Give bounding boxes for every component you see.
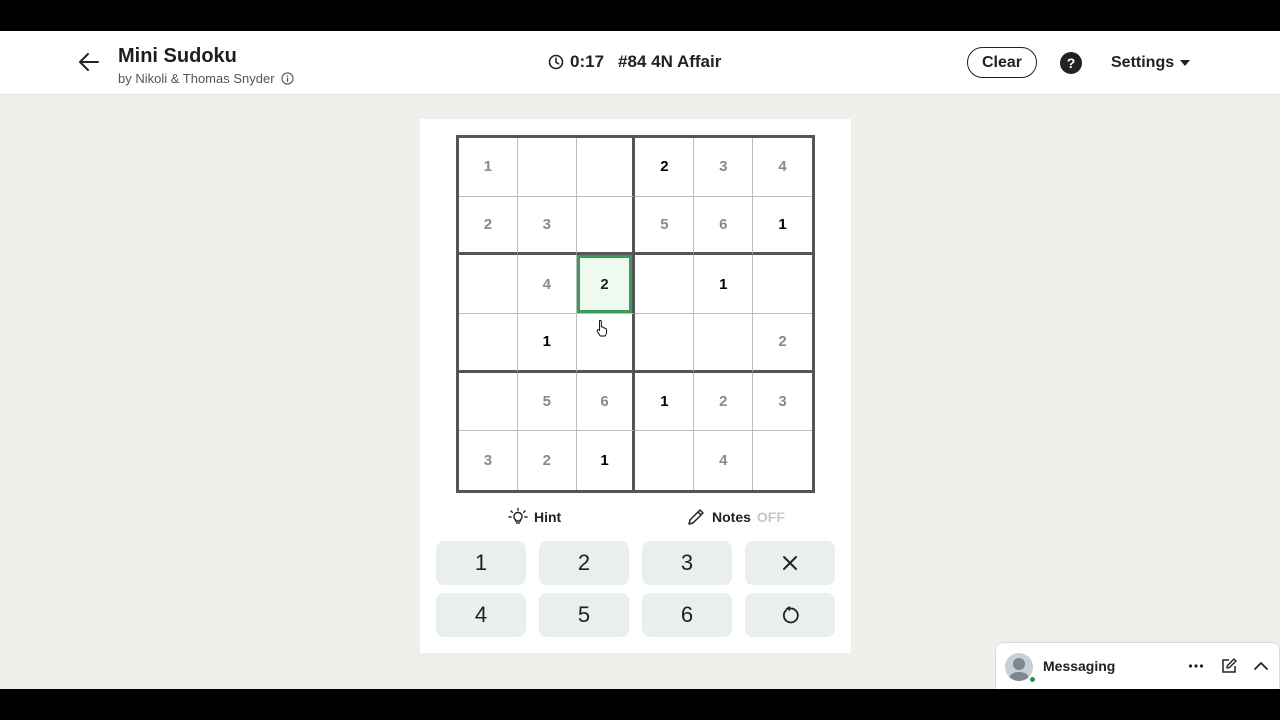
sudoku-cell[interactable] (753, 255, 812, 314)
notes-toggle[interactable]: Notes OFF (686, 507, 785, 527)
notes-state: OFF (756, 509, 785, 525)
key-5[interactable]: 5 (539, 593, 629, 637)
sudoku-cell[interactable] (517, 138, 577, 197)
sudoku-cell[interactable]: 6 (576, 372, 636, 432)
undo-icon (782, 606, 799, 624)
page-title: Mini Sudoku (118, 45, 237, 67)
sudoku-cell[interactable]: 1 (635, 372, 695, 432)
sudoku-cell[interactable]: 2 (459, 196, 518, 256)
hand-cursor-icon (596, 320, 608, 337)
timer: 0:17 (570, 52, 605, 71)
sudoku-cell[interactable] (635, 431, 695, 490)
settings-menu[interactable]: Settings (1111, 54, 1191, 72)
presence-indicator (1028, 675, 1037, 684)
lightbulb-icon (508, 507, 528, 524)
header: Mini Sudoku by Nikoli & Thomas Snyder 0:… (0, 31, 1280, 95)
sudoku-cell[interactable] (694, 314, 754, 373)
arrow-left-icon[interactable] (76, 49, 102, 75)
sudoku-cell[interactable] (459, 314, 518, 373)
sudoku-cell[interactable]: 5 (635, 196, 695, 256)
puzzle-info: 0:17 #84 4N Affair (548, 52, 721, 72)
puzzle-number: #84 4N Affair (618, 52, 722, 71)
erase-button[interactable] (745, 541, 835, 585)
notes-label: Notes (712, 509, 751, 525)
sudoku-cell[interactable]: 1 (577, 431, 636, 490)
sudoku-cell[interactable]: 5 (517, 372, 577, 432)
sudoku-cell[interactable] (635, 255, 695, 314)
settings-label: Settings (1111, 54, 1175, 71)
hint-button[interactable]: Hint (508, 507, 561, 527)
ellipsis-icon[interactable] (1187, 657, 1205, 675)
undo-button[interactable] (745, 593, 835, 637)
messaging-bar: Messaging (995, 642, 1280, 689)
sudoku-cell[interactable]: 3 (517, 196, 577, 256)
sudoku-cell[interactable]: 1 (517, 314, 577, 373)
sudoku-cell[interactable]: 4 (753, 138, 812, 197)
sudoku-cell[interactable]: 4 (694, 431, 754, 490)
clock-icon (548, 54, 564, 70)
sudoku-cell[interactable]: 3 (459, 431, 518, 490)
x-icon (783, 556, 797, 570)
sudoku-cell[interactable]: 1 (694, 255, 754, 314)
key-3[interactable]: 3 (642, 541, 732, 585)
byline-text: by Nikoli & Thomas Snyder (118, 71, 275, 86)
sudoku-cell[interactable] (635, 314, 695, 373)
sudoku-cell[interactable] (459, 255, 518, 314)
pencil-icon (688, 509, 704, 525)
sudoku-cell[interactable]: 1 (753, 197, 812, 256)
question-icon[interactable]: ? (1060, 52, 1082, 74)
sudoku-cell[interactable]: 3 (753, 373, 812, 432)
number-keypad: 1 2 3 4 5 6 (436, 541, 835, 637)
top-letterbox (0, 0, 1280, 31)
sudoku-cell[interactable]: 2 (753, 314, 812, 373)
bottom-letterbox (0, 689, 1280, 720)
sudoku-cell[interactable] (459, 372, 518, 432)
sudoku-cell[interactable] (576, 196, 636, 256)
sudoku-cell[interactable]: 3 (694, 138, 754, 197)
key-6[interactable]: 6 (642, 593, 732, 637)
sudoku-board: 12342356142112561233214 (456, 135, 815, 493)
app: Mini Sudoku by Nikoli & Thomas Snyder 0:… (0, 31, 1280, 689)
caret-down-icon (1180, 60, 1191, 66)
key-2[interactable]: 2 (539, 541, 629, 585)
info-icon[interactable] (280, 72, 294, 85)
tool-row: Hint Notes OFF (420, 507, 851, 537)
sudoku-cell[interactable] (753, 431, 812, 490)
compose-icon[interactable] (1220, 657, 1238, 675)
sudoku-cell[interactable]: 2 (635, 138, 695, 197)
sudoku-cell[interactable]: 2 (518, 431, 577, 490)
sudoku-cell[interactable] (576, 138, 636, 197)
sudoku-cell-selected[interactable]: 2 (576, 255, 636, 314)
key-4[interactable]: 4 (436, 593, 526, 637)
chevron-up-icon[interactable] (1252, 657, 1270, 675)
clear-button[interactable]: Clear (967, 47, 1037, 78)
hint-label: Hint (534, 509, 562, 525)
sudoku-cell[interactable]: 2 (694, 372, 754, 432)
sudoku-cell[interactable]: 4 (517, 255, 577, 314)
game-panel: 12342356142112561233214 Hint Notes OFF 1… (420, 119, 851, 653)
sudoku-cell[interactable]: 6 (694, 196, 754, 256)
sudoku-cell[interactable]: 1 (459, 138, 518, 197)
key-1[interactable]: 1 (436, 541, 526, 585)
byline: by Nikoli & Thomas Snyder (118, 71, 294, 86)
messaging-label[interactable]: Messaging (1043, 658, 1115, 674)
